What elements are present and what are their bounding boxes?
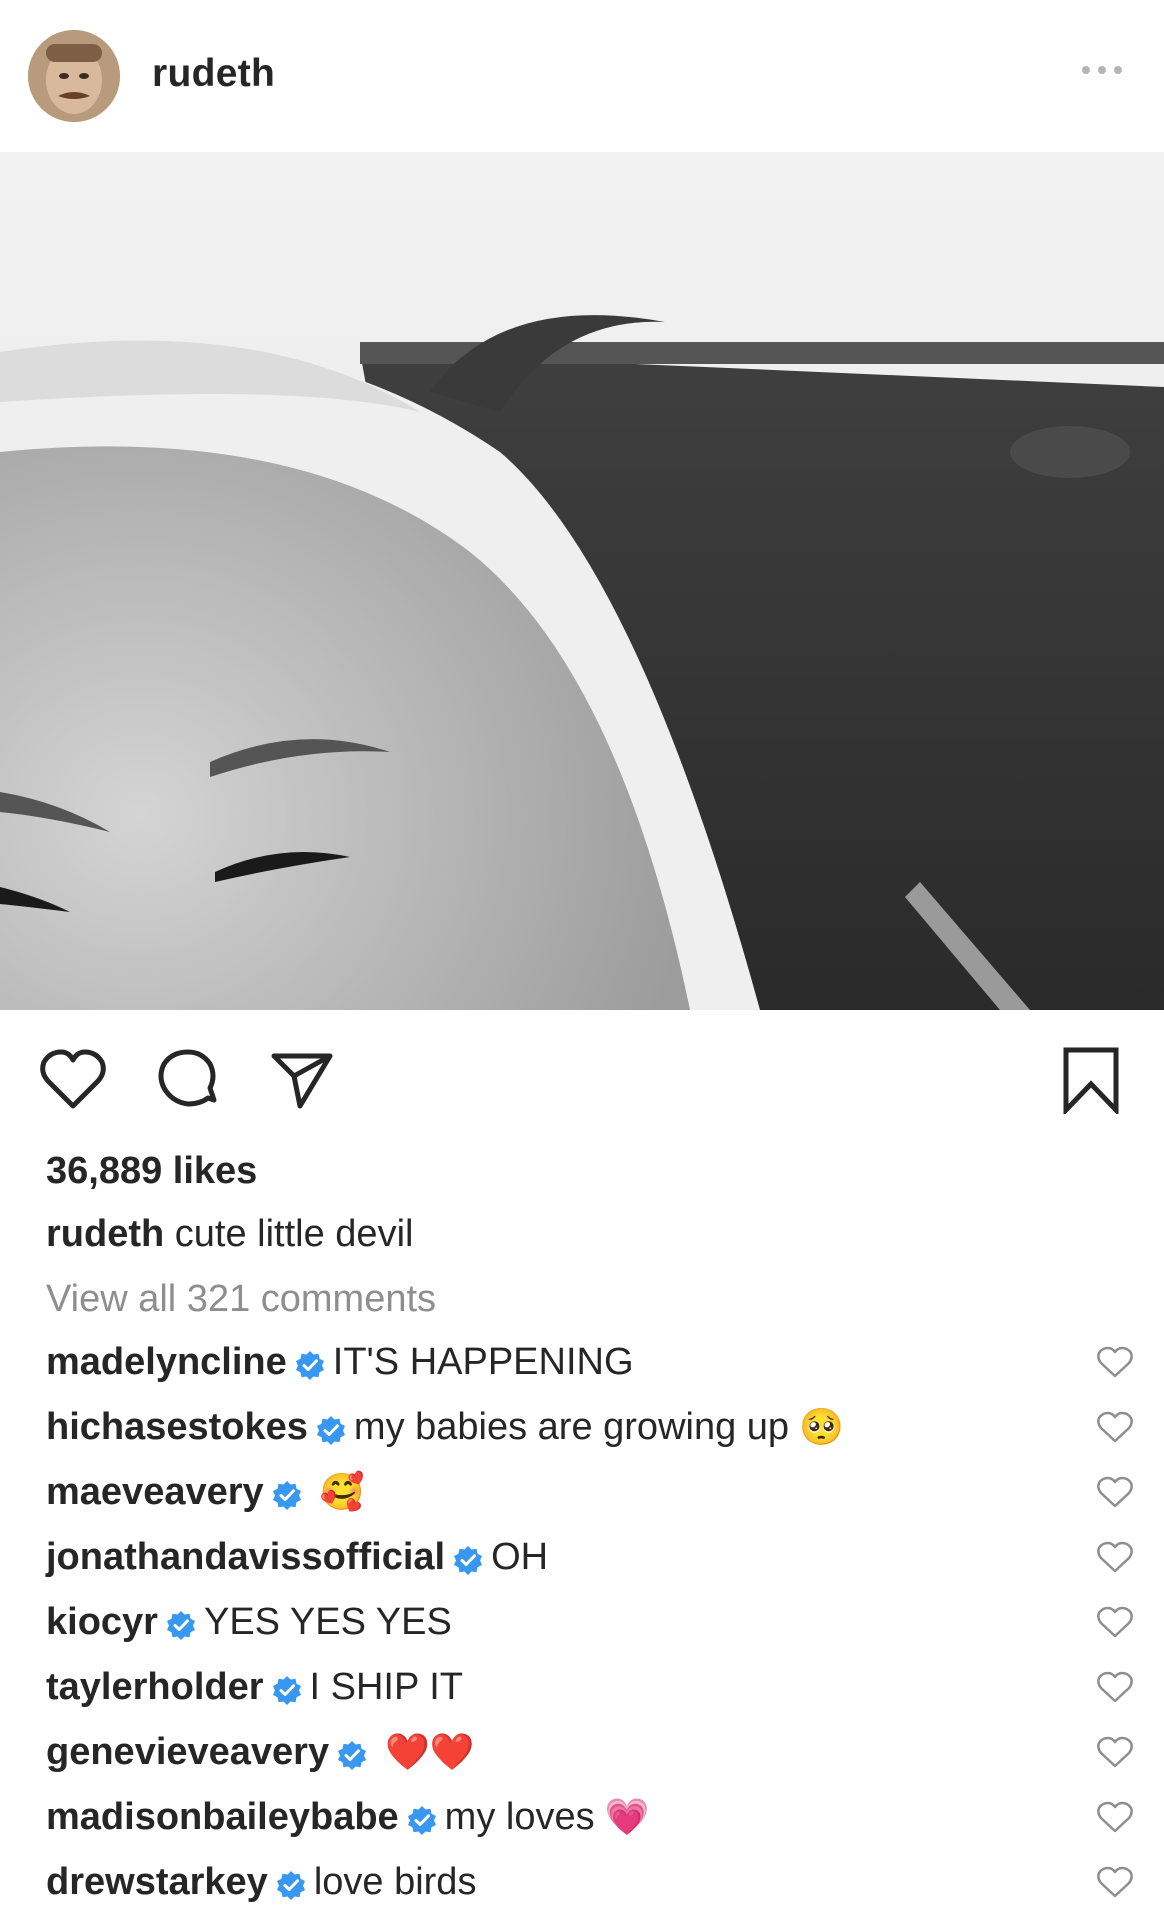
comment-content: kiocyr YES YES YES (46, 1597, 462, 1647)
caption: rudeth cute little devil (46, 1213, 413, 1256)
verified-badge-icon (453, 1542, 483, 1575)
comment-username[interactable]: maeveavery (46, 1471, 264, 1514)
comment-like-heart-icon[interactable] (1097, 1541, 1133, 1573)
verified-badge-icon (166, 1607, 196, 1640)
comment-emoji: 🥰 (319, 1471, 365, 1512)
bookmark-icon[interactable] (1062, 1046, 1120, 1119)
comment-text: love birds (313, 1860, 477, 1903)
comment-row: hichasestokes my babies are growing up 🥺 (0, 1402, 1164, 1467)
comment-username[interactable]: drewstarkey (46, 1861, 268, 1904)
comment-text: YES YES YES (203, 1600, 452, 1643)
comment-row: taylerholder I SHIP IT (0, 1662, 1164, 1727)
verified-badge-icon (337, 1737, 367, 1770)
comment-username[interactable]: jonathandavissofficial (46, 1536, 445, 1579)
comment-like-heart-icon[interactable] (1097, 1866, 1133, 1898)
comment-text: my babies are growing up (353, 1405, 790, 1448)
comment-text: OH (491, 1535, 549, 1578)
comment-username[interactable]: kiocyr (46, 1601, 158, 1644)
comment-username[interactable]: hichasestokes (46, 1406, 308, 1449)
comment-emoji: 💗 (604, 1796, 650, 1837)
comment-row: kiocyr YES YES YES (0, 1597, 1164, 1662)
verified-badge-icon (316, 1412, 346, 1445)
comment-like-heart-icon[interactable] (1097, 1411, 1133, 1443)
likes-count[interactable]: 36,889 likes (46, 1150, 257, 1193)
comment-content: madisonbaileybabe my loves 💗 (46, 1792, 649, 1842)
comment-like-heart-icon[interactable] (1097, 1671, 1133, 1703)
comment-row: jonathandavissofficial OH (0, 1532, 1164, 1597)
comment-like-heart-icon[interactable] (1097, 1801, 1133, 1833)
verified-badge-icon (295, 1347, 325, 1380)
comment-username[interactable]: madisonbaileybabe (46, 1796, 399, 1839)
heart-icon[interactable] (40, 1048, 106, 1115)
comment-username[interactable]: taylerholder (46, 1666, 264, 1709)
comment-bubble-icon[interactable] (156, 1048, 220, 1117)
paper-plane-icon[interactable] (270, 1050, 334, 1115)
comment-content: taylerholder I SHIP IT (46, 1662, 473, 1712)
comment-row: drewstarkey love birds (0, 1857, 1164, 1922)
verified-badge-icon (272, 1672, 302, 1705)
comment-like-heart-icon[interactable] (1097, 1346, 1133, 1378)
comments-list: madelyncline IT'S HAPPENING hichasestokes m… (0, 1337, 1164, 1922)
comment-content: jonathandavissofficial OH (46, 1532, 558, 1582)
verified-badge-icon (407, 1802, 437, 1835)
post-photo[interactable] (0, 152, 1164, 1010)
comment-content: hichasestokes my babies are growing up 🥺 (46, 1402, 844, 1452)
comment-content: genevieveavery ❤️❤️ (46, 1727, 475, 1777)
comment-text: I SHIP IT (309, 1665, 463, 1708)
avatar[interactable] (28, 30, 120, 122)
action-bar (0, 1010, 1164, 1150)
comment-row: madelyncline IT'S HAPPENING (0, 1337, 1164, 1402)
verified-badge-icon (276, 1867, 306, 1900)
comment-row: maeveavery 🥰 (0, 1467, 1164, 1532)
comment-username[interactable]: madelyncline (46, 1341, 287, 1384)
view-all-comments-link[interactable]: View all 321 comments (46, 1278, 436, 1321)
comment-content: madelyncline IT'S HAPPENING (46, 1337, 644, 1387)
comment-text: IT'S HAPPENING (332, 1340, 634, 1383)
comment-text: my loves (444, 1795, 595, 1838)
comment-content: maeveavery 🥰 (46, 1467, 364, 1517)
comment-like-heart-icon[interactable] (1097, 1736, 1133, 1768)
caption-username[interactable]: rudeth (46, 1213, 164, 1255)
comment-emoji: 🥺 (799, 1406, 844, 1447)
comment-content: drewstarkey love birds (46, 1857, 486, 1907)
comment-emoji: ❤️❤️ (385, 1731, 475, 1772)
verified-badge-icon (272, 1477, 302, 1510)
comment-row: madisonbaileybabe my loves 💗 (0, 1792, 1164, 1857)
caption-text: cute little devil (174, 1213, 414, 1255)
post-header: rudeth (0, 0, 1164, 150)
comment-like-heart-icon[interactable] (1097, 1476, 1133, 1508)
comment-row: genevieveavery ❤️❤️ (0, 1727, 1164, 1792)
comment-like-heart-icon[interactable] (1097, 1606, 1133, 1638)
post-username[interactable]: rudeth (152, 52, 275, 96)
comment-username[interactable]: genevieveavery (46, 1731, 329, 1774)
more-options-icon[interactable] (1080, 60, 1124, 80)
